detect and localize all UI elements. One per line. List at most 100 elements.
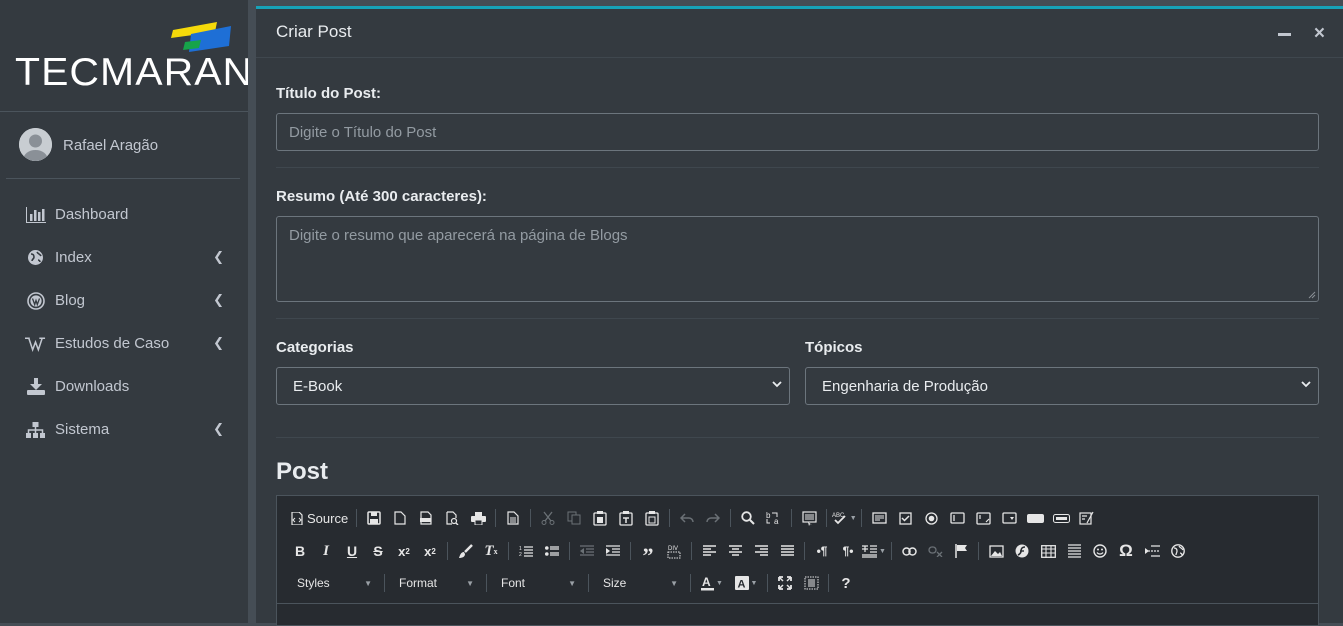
styles-combo[interactable]: Styles ▼ (287, 571, 380, 595)
preview-button[interactable] (439, 506, 465, 530)
strikethrough-button[interactable]: S (365, 539, 391, 563)
align-center-button[interactable] (722, 539, 748, 563)
show-blocks-button[interactable] (798, 571, 824, 595)
button-field-button[interactable] (1022, 506, 1048, 530)
svg-text:A: A (737, 579, 745, 591)
iframe-button[interactable] (1165, 539, 1191, 563)
form-button[interactable] (866, 506, 892, 530)
bulleted-list-button[interactable] (539, 539, 565, 563)
format-combo-label: Format (399, 576, 438, 590)
maximize-button[interactable] (772, 571, 798, 595)
paste-text-button[interactable] (613, 506, 639, 530)
page-break-button[interactable] (1139, 539, 1165, 563)
paste-button[interactable] (587, 506, 613, 530)
subscript-button[interactable]: x2 (391, 539, 417, 563)
text-color-button[interactable]: A ▼ (695, 571, 729, 595)
numbered-list-button[interactable]: 12 (513, 539, 539, 563)
save-button[interactable] (361, 506, 387, 530)
new-page-button[interactable] (387, 506, 413, 530)
user-name: Rafael Aragão (63, 137, 159, 154)
sidebar-item-sistema[interactable]: Sistema ❮ (0, 408, 248, 451)
remove-format-button[interactable]: Tx (478, 539, 504, 563)
textarea-button[interactable] (970, 506, 996, 530)
redo-button[interactable] (700, 506, 726, 530)
underline-button[interactable]: U (339, 539, 365, 563)
user-panel[interactable]: Rafael Aragão (6, 112, 240, 179)
align-right-button[interactable] (748, 539, 774, 563)
blockquote-button[interactable]: ” (635, 539, 661, 568)
cut-button[interactable] (535, 506, 561, 530)
format-combo[interactable]: Format ▼ (389, 571, 482, 595)
checkbox-button[interactable] (892, 506, 918, 530)
superscript-button[interactable]: x2 (417, 539, 443, 563)
unlink-button[interactable] (922, 539, 948, 563)
source-label: Source (307, 510, 349, 526)
toolbar-row: Source b a ABC ▼ (287, 504, 1100, 532)
sidebar-item-downloads[interactable]: Downloads (0, 365, 248, 408)
svg-text:b: b (766, 511, 771, 520)
div-container-icon: DIV (667, 546, 681, 558)
image-button-field-button[interactable] (1048, 506, 1074, 530)
select-field-button[interactable] (996, 506, 1022, 530)
copy-format-button[interactable] (452, 539, 478, 563)
outdent-button[interactable] (574, 539, 600, 563)
hidden-field-button[interactable] (1074, 506, 1100, 530)
find-button[interactable] (735, 506, 761, 530)
sidebar-item-dashboard[interactable]: Dashboard (0, 193, 248, 236)
brand-link[interactable]: TECMARAN (0, 0, 252, 112)
dropdown-arrow-icon: ▼ (364, 578, 372, 588)
undo-button[interactable] (674, 506, 700, 530)
sidebar-item-index[interactable]: Index ❮ (0, 236, 248, 279)
rtl-button[interactable]: ¶• (835, 539, 861, 563)
summary-textarea[interactable]: Digite o resumo que aparecerá na página … (276, 216, 1319, 302)
bold-button[interactable]: B (287, 539, 313, 563)
language-button[interactable]: ▼ (861, 539, 887, 563)
flash-button[interactable] (1009, 539, 1035, 563)
select-all-button[interactable] (796, 506, 822, 530)
link-button[interactable] (896, 539, 922, 563)
title-input[interactable]: Digite o Título do Post (276, 113, 1319, 151)
image-button[interactable] (983, 539, 1009, 563)
styles-combo-label: Styles (297, 576, 330, 590)
special-char-button[interactable]: Ω (1113, 539, 1139, 563)
horizontal-rule-button[interactable] (1061, 539, 1087, 563)
resize-handle-icon[interactable] (1308, 291, 1316, 299)
italic-button[interactable]: I (313, 539, 339, 563)
export-pdf-button[interactable] (413, 506, 439, 530)
topics-select[interactable]: Engenharia de Produção (805, 367, 1319, 405)
print-button[interactable] (465, 506, 491, 530)
create-div-button[interactable]: DIV (661, 539, 687, 563)
copy-button[interactable] (561, 506, 587, 530)
replace-button[interactable]: ba (761, 506, 787, 530)
source-button[interactable]: Source (287, 506, 352, 530)
dropdown-arrow-icon: ▼ (466, 578, 474, 588)
print-icon (470, 511, 486, 525)
sidebar-item-estudos-de-caso[interactable]: Estudos de Caso ❮ (0, 322, 248, 365)
sidebar-nav: Dashboard Index ❮ Blog ❮ Estudos de Caso… (0, 193, 248, 451)
radio-button[interactable] (918, 506, 944, 530)
anchor-button[interactable] (948, 539, 974, 563)
radio-icon (925, 511, 938, 525)
divider (276, 167, 1319, 168)
smiley-button[interactable] (1087, 539, 1113, 563)
ltr-button[interactable]: •¶ (809, 539, 835, 563)
help-button[interactable]: ? (833, 571, 859, 595)
size-combo[interactable]: Size ▼ (593, 571, 686, 595)
table-button[interactable] (1035, 539, 1061, 563)
paste-word-button[interactable] (639, 506, 665, 530)
categories-select[interactable]: E-Book (276, 367, 790, 405)
sidebar: TECMARAN Rafael Aragão Dashboard Index ❮ (0, 0, 252, 623)
sidebar-item-blog[interactable]: Blog ❮ (0, 279, 248, 322)
close-button[interactable]: × (1314, 23, 1325, 45)
justify-button[interactable] (774, 539, 800, 563)
toolbar-separator (669, 509, 671, 527)
collapse-button[interactable] (1278, 33, 1291, 36)
align-left-button[interactable] (696, 539, 722, 563)
templates-button[interactable] (500, 506, 526, 530)
indent-button[interactable] (600, 539, 626, 563)
textfield-button[interactable] (944, 506, 970, 530)
toolbar-separator (530, 509, 532, 527)
background-color-button[interactable]: A ▼ (729, 571, 763, 595)
spellcheck-button[interactable]: ABC ▼ (831, 506, 857, 530)
font-combo[interactable]: Font ▼ (491, 571, 584, 595)
